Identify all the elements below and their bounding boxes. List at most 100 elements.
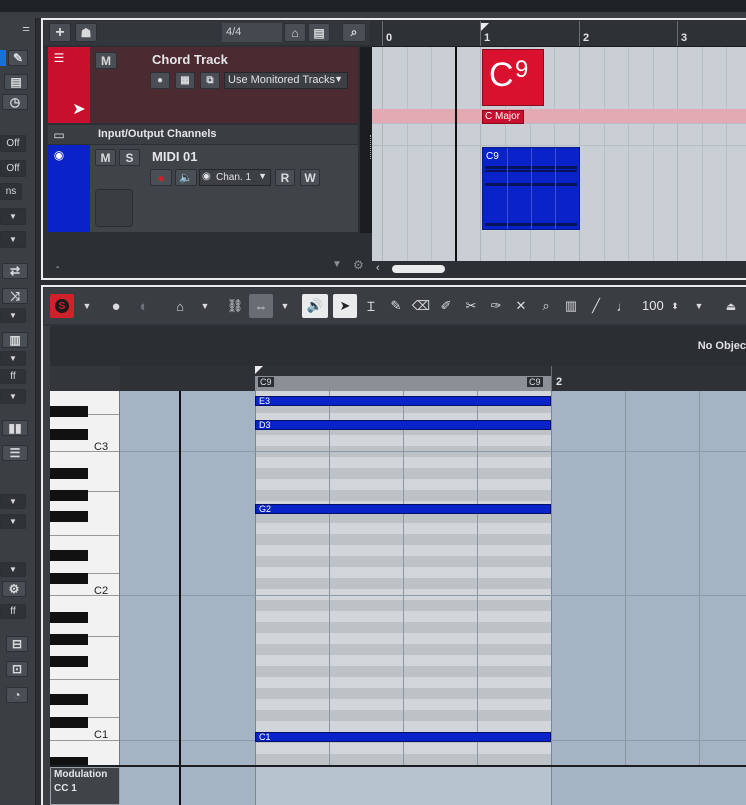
home-icon[interactable]: ⌂ bbox=[284, 23, 306, 42]
chord-keys-icon[interactable]: ▦ bbox=[175, 72, 195, 89]
bars-icon[interactable]: ▮▮ bbox=[2, 420, 28, 436]
chord-scale-event[interactable]: C Major bbox=[482, 110, 524, 124]
cycle-icon[interactable]: ◐ bbox=[132, 294, 156, 318]
erase-icon[interactable]: ⌫ bbox=[409, 294, 433, 318]
inspector-value-2[interactable]: Off bbox=[0, 160, 26, 177]
piano-icon[interactable]: ▥ bbox=[2, 332, 28, 348]
chord-voicing-icon[interactable]: ⧉ bbox=[200, 72, 220, 89]
midi-channel-dropdown[interactable]: ◉ Chan. 1 ▼ bbox=[199, 169, 271, 186]
shuffle-icon[interactable]: ⤨ bbox=[2, 288, 28, 304]
chord-mode-dropdown[interactable]: Use Monitored Tracks ▼ bbox=[224, 72, 348, 89]
inspector-dropdown-4[interactable]: ▼ bbox=[0, 351, 26, 366]
inspector-value-5[interactable]: ff bbox=[0, 604, 26, 619]
menu-icon[interactable]: = bbox=[18, 20, 34, 36]
home-icon[interactable]: ⌂ bbox=[168, 294, 192, 318]
midi-part[interactable]: C9 bbox=[482, 147, 580, 230]
controller-lane-header[interactable]: Modulation CC 1 bbox=[50, 767, 120, 805]
draw-icon[interactable]: ✎ bbox=[384, 294, 408, 318]
velocity-stepper-icon[interactable]: ⬍ bbox=[668, 294, 682, 318]
insert-velocity-icon[interactable]: ♩ bbox=[614, 294, 632, 318]
eq-icon[interactable]: ☰ bbox=[2, 445, 28, 461]
note-c1[interactable]: C1 bbox=[255, 732, 551, 742]
black-key[interactable] bbox=[50, 612, 88, 623]
black-key[interactable] bbox=[50, 468, 88, 479]
midi-track-mute-button[interactable]: M bbox=[95, 149, 116, 166]
midi-monitor-icon[interactable]: 🔈 bbox=[175, 169, 197, 186]
note-d3[interactable]: D3 bbox=[255, 420, 551, 430]
trim-icon[interactable]: ✐ bbox=[434, 294, 458, 318]
audio-feedback-icon[interactable]: 🔊 bbox=[302, 294, 328, 318]
link-icon[interactable]: ⛓ bbox=[223, 294, 247, 318]
line-icon[interactable]: ╱ bbox=[584, 294, 608, 318]
inspector-dropdown-8[interactable]: ▼ bbox=[0, 562, 26, 577]
inspector-dropdown-6[interactable]: ▼ bbox=[0, 494, 26, 509]
range-select-icon[interactable]: Ɪ bbox=[359, 294, 383, 318]
black-key[interactable] bbox=[50, 573, 88, 584]
inspector-dropdown-3[interactable]: ▼ bbox=[0, 308, 26, 323]
black-key[interactable] bbox=[50, 429, 88, 440]
chevron-down-icon[interactable]: ▼ bbox=[332, 259, 342, 270]
midi-write-button[interactable]: W bbox=[300, 169, 320, 186]
note-grid[interactable] bbox=[120, 391, 746, 765]
insert-velocity-value[interactable]: 100 bbox=[642, 298, 664, 313]
track-list-icon[interactable]: ▤ bbox=[308, 23, 330, 42]
inspector-value-4[interactable]: ff bbox=[0, 369, 26, 384]
scroll-left-icon[interactable]: ‹ bbox=[376, 262, 380, 274]
editor-ruler[interactable]: C9 C9 2 bbox=[120, 366, 746, 391]
inspector-dropdown-7[interactable]: ▼ bbox=[0, 514, 26, 529]
clock-icon[interactable]: ◔ bbox=[6, 687, 28, 703]
record-icon[interactable]: ● bbox=[104, 294, 128, 318]
chevron-down-icon[interactable]: ▼ bbox=[78, 294, 96, 318]
arrangement-ruler[interactable]: 0 1 2 3 bbox=[372, 21, 746, 47]
chevron-down-icon[interactable]: ▼ bbox=[276, 294, 294, 318]
solo-editor-button[interactable]: S bbox=[50, 294, 74, 318]
black-key[interactable] bbox=[50, 406, 88, 417]
settings-icon[interactable]: ⚙ bbox=[2, 581, 26, 597]
black-key[interactable] bbox=[50, 717, 88, 728]
channel-icon[interactable]: ⊟ bbox=[6, 636, 28, 652]
inspector-value-3[interactable]: ns bbox=[0, 183, 22, 200]
midi-read-button[interactable]: R bbox=[275, 169, 295, 186]
snap-icon[interactable]: ⇔ bbox=[249, 294, 273, 318]
arrangement-scrollbar[interactable]: ‹ bbox=[372, 261, 746, 277]
black-key[interactable] bbox=[50, 511, 88, 522]
inspector-dropdown-2[interactable]: ▼ bbox=[0, 231, 26, 248]
gear-icon[interactable]: ⚙ bbox=[353, 258, 364, 272]
chord-track-settings-icon[interactable]: ☰ bbox=[52, 51, 66, 65]
track-list-divider[interactable] bbox=[360, 47, 372, 233]
eject-icon[interactable]: ⏏ bbox=[720, 294, 742, 318]
zoom-icon[interactable]: ⌕ bbox=[534, 294, 558, 318]
black-key[interactable] bbox=[50, 757, 88, 765]
split-icon[interactable]: ✂ bbox=[459, 294, 483, 318]
time-icon[interactable]: ◷ bbox=[2, 94, 28, 110]
inspector-dropdown-5[interactable]: ▼ bbox=[0, 389, 26, 404]
chord-track-name[interactable]: Chord Track bbox=[152, 52, 228, 67]
monitor-icon[interactable]: ⊡ bbox=[6, 661, 28, 677]
edit-icon[interactable]: ✎ bbox=[8, 50, 28, 66]
chord-track-mute-button[interactable]: M bbox=[95, 52, 117, 69]
midi-port-icon[interactable]: ◉ bbox=[52, 148, 66, 162]
black-key[interactable] bbox=[50, 656, 88, 667]
chevron-down-icon[interactable]: ▼ bbox=[196, 294, 214, 318]
search-icon[interactable]: ⌕ bbox=[342, 23, 366, 42]
note-e3[interactable]: E3 bbox=[255, 396, 551, 406]
chord-event[interactable]: C 9 bbox=[482, 49, 544, 106]
object-select-icon[interactable]: ➤ bbox=[333, 294, 357, 318]
glue-icon[interactable]: ✑ bbox=[484, 294, 508, 318]
midi-track-solo-button[interactable]: S bbox=[119, 149, 140, 166]
inspector-value-1[interactable]: Off bbox=[0, 135, 26, 152]
chevron-down-icon[interactable]: ▼ bbox=[690, 294, 708, 318]
chord-record-icon[interactable]: ● bbox=[150, 72, 170, 89]
black-key[interactable] bbox=[50, 550, 88, 561]
midi-record-button[interactable]: ● bbox=[150, 169, 172, 186]
scrollbar-thumb[interactable] bbox=[392, 265, 445, 273]
folder-track-name[interactable]: Input/Output Channels bbox=[98, 128, 217, 140]
midi-track-name[interactable]: MIDI 01 bbox=[152, 149, 198, 164]
piano-keyboard[interactable]: C3 C2 C1 bbox=[50, 391, 120, 765]
black-key[interactable] bbox=[50, 694, 88, 705]
routing-icon[interactable]: ⇄ bbox=[2, 263, 28, 279]
controller-lane-area[interactable] bbox=[120, 767, 746, 805]
mute-tool-icon[interactable]: ✕ bbox=[509, 294, 533, 318]
velocity-icon[interactable]: ▥ bbox=[559, 294, 583, 318]
black-key[interactable] bbox=[50, 490, 88, 501]
